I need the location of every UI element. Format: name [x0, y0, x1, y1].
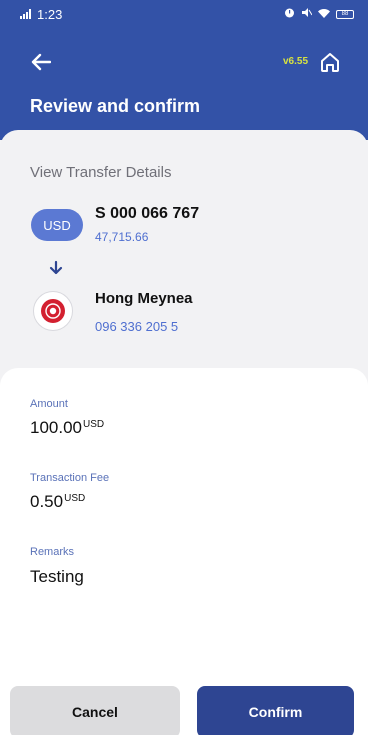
status-left: 1:23	[20, 7, 62, 22]
confirm-sheet: Amount 100.00USD Transaction Fee 0.50USD…	[0, 368, 368, 735]
home-button[interactable]	[318, 50, 342, 74]
amount-currency: USD	[83, 419, 105, 430]
signal-icon	[20, 7, 34, 22]
fee-label: Transaction Fee	[30, 472, 110, 484]
fee-currency: USD	[64, 493, 86, 504]
recipient-name: Hong Meynea	[95, 290, 193, 307]
battery-icon: 88	[336, 9, 354, 19]
app-version: v6.55	[283, 56, 309, 67]
page-title: Review and confirm	[30, 96, 201, 116]
source-account-balance: 47,715.66	[95, 230, 149, 244]
details-heading: View Transfer Details	[30, 164, 172, 181]
amount-value: 100.00USD	[30, 418, 104, 438]
currency-badge: USD	[31, 209, 83, 241]
bank-logo-icon	[41, 299, 65, 323]
fee-value: 0.50USD	[30, 492, 85, 512]
remarks-value: Testing	[30, 567, 84, 586]
home-icon	[321, 53, 339, 72]
back-button[interactable]	[28, 50, 54, 74]
remarks-label: Remarks	[30, 546, 75, 558]
app-header: 1:23 88 v6.55 Review and confirm	[0, 0, 368, 140]
amount-number: 100.00	[30, 418, 82, 437]
status-right: 88	[284, 7, 354, 21]
transfer-details-card: View Transfer Details USD S 000 066 767 …	[0, 130, 368, 390]
clock: 1:23	[37, 6, 63, 22]
fee-number: 0.50	[30, 492, 64, 511]
status-bar: 1:23 88	[0, 0, 368, 28]
arrow-down-icon	[49, 260, 63, 275]
cancel-button[interactable]: Cancel	[10, 686, 180, 735]
confirm-button[interactable]: Confirm	[197, 686, 354, 735]
recipient-phone: 096 336 205 5	[95, 319, 179, 334]
wifi-icon	[318, 8, 330, 21]
mute-icon	[301, 7, 313, 21]
source-account-number: S 000 066 767	[95, 205, 200, 222]
amount-label: Amount	[30, 398, 68, 410]
recipient-avatar	[33, 291, 73, 331]
arrow-left-icon	[31, 53, 51, 71]
alarm-icon	[284, 7, 295, 21]
